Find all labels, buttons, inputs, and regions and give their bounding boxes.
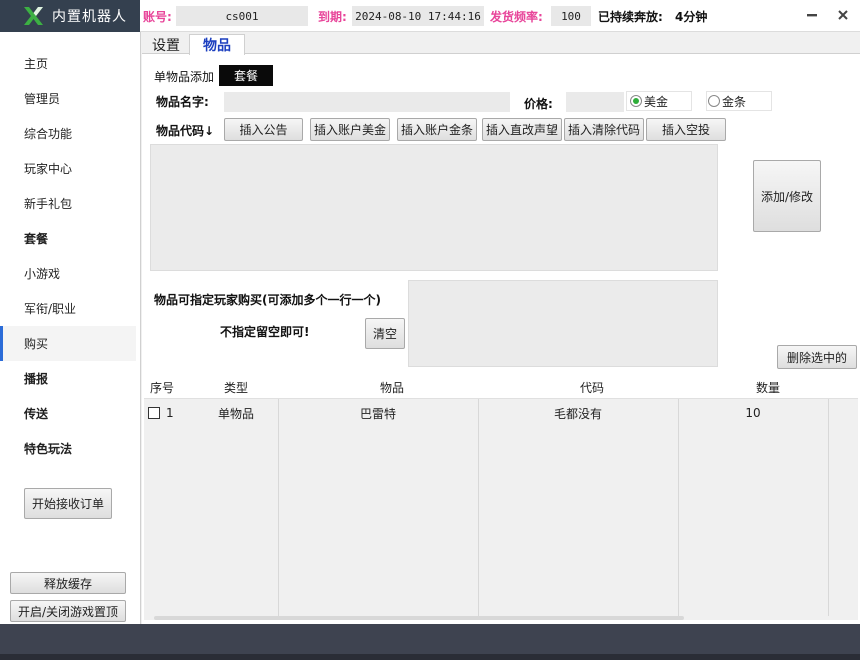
package-toggle[interactable]: 套餐 xyxy=(219,65,273,86)
account-field[interactable]: cs001 xyxy=(176,6,308,26)
sidebar-item-home[interactable]: 主页 xyxy=(0,46,136,81)
item-name-label: 物品名字: xyxy=(156,95,209,109)
price-label: 价格: xyxy=(524,97,553,111)
row-item: 巴雷特 xyxy=(359,406,396,421)
item-name-input[interactable] xyxy=(224,92,510,112)
column-divider xyxy=(478,399,479,616)
col-code[interactable]: 代码 xyxy=(492,375,692,399)
col-item[interactable]: 物品 xyxy=(292,375,492,399)
insert-account-gold-button[interactable]: 插入账户金条 xyxy=(397,118,477,141)
sidebar-item-general[interactable]: 综合功能 xyxy=(0,116,136,151)
row-checkbox[interactable] xyxy=(148,407,160,419)
col-qty[interactable]: 数量 xyxy=(692,375,844,399)
footer-strip xyxy=(0,654,860,660)
rate-label: 发货频率: xyxy=(490,10,543,24)
app-logo: 内置机器人 xyxy=(0,0,140,32)
tab-items[interactable]: 物品 xyxy=(189,34,245,55)
currency-usd-label: 美金 xyxy=(644,94,669,109)
sidebar-item-admin[interactable]: 管理员 xyxy=(0,81,136,116)
no-assign-hint: 不指定留空即可! xyxy=(220,325,310,339)
currency-gold-radio[interactable]: 金条 xyxy=(708,91,746,111)
row-type: 单物品 xyxy=(217,406,254,421)
currency-gold-label: 金条 xyxy=(722,94,747,109)
currency-usd-radio[interactable]: 美金 xyxy=(630,91,668,111)
minimize-icon[interactable] xyxy=(801,4,823,26)
horizontal-scrollbar[interactable] xyxy=(154,616,684,620)
sidebar-item-purchase[interactable]: 购买 xyxy=(0,326,136,361)
release-cache-button[interactable]: 释放缓存 xyxy=(10,572,126,594)
expire-field: 2024-08-10 17:44:16 xyxy=(352,6,484,26)
insert-airdrop-button[interactable]: 插入空投 xyxy=(646,118,726,141)
col-index[interactable]: 序号 xyxy=(144,375,180,399)
clear-button[interactable]: 清空 xyxy=(365,318,405,349)
radio-unselected-icon xyxy=(708,95,720,107)
price-input[interactable] xyxy=(566,92,624,112)
footer-bar xyxy=(0,624,860,660)
running-label: 已持续奔放: xyxy=(598,10,663,24)
sidebar-item-teleport[interactable]: 传送 xyxy=(0,396,136,431)
close-icon[interactable] xyxy=(832,4,854,26)
sidebar-item-rank-class[interactable]: 军衔/职业 xyxy=(0,291,136,326)
running-value: 4分钟 xyxy=(675,10,708,24)
row-qty: 10 xyxy=(745,406,761,420)
main-panel: 设置 物品 单物品添加 套餐 物品名字: 价格: 美金 金条 物品代码↓ 插入公… xyxy=(142,32,860,624)
col-type[interactable]: 类型 xyxy=(180,375,292,399)
delete-selected-button[interactable]: 删除选中的 xyxy=(777,345,857,369)
insert-reputation-button[interactable]: 插入直改声望 xyxy=(482,118,562,141)
items-table: 序号 类型 物品 代码 数量 1 单物品 巴雷特 毛都没有 10 xyxy=(144,375,858,620)
title-bar: 内置机器人 账号: cs001 到期: 2024-08-10 17:44:16 … xyxy=(0,0,860,32)
insert-clear-code-button[interactable]: 插入清除代码 xyxy=(564,118,644,141)
radio-selected-icon xyxy=(630,95,642,107)
toggle-topmost-button[interactable]: 开启/关闭游戏置顶 xyxy=(10,600,126,622)
insert-announcement-button[interactable]: 插入公告 xyxy=(224,118,303,141)
row-code: 毛都没有 xyxy=(553,406,602,421)
start-orders-button[interactable]: 开始接收订单 xyxy=(24,488,112,519)
sidebar-item-package[interactable]: 套餐 xyxy=(0,221,136,256)
single-item-label: 单物品添加 xyxy=(154,70,215,84)
tab-settings[interactable]: 设置 xyxy=(146,34,186,55)
app-name: 内置机器人 xyxy=(52,9,127,25)
column-divider xyxy=(828,399,829,616)
buyer-list-textarea[interactable] xyxy=(408,280,718,367)
logo-x-icon xyxy=(22,5,44,27)
sidebar-item-newbie-gift[interactable]: 新手礼包 xyxy=(0,186,136,221)
item-code-textarea[interactable] xyxy=(150,144,718,271)
expire-label: 到期: xyxy=(318,10,347,24)
table-header: 序号 类型 物品 代码 数量 xyxy=(144,375,858,399)
sidebar-item-special[interactable]: 特色玩法 xyxy=(0,431,136,466)
column-divider xyxy=(678,399,679,616)
item-code-label: 物品代码↓ xyxy=(156,124,215,138)
row-index: 1 xyxy=(166,406,174,420)
sidebar: 主页 管理员 综合功能 玩家中心 新手礼包 套餐 小游戏 军衔/职业 购买 播报… xyxy=(0,32,141,624)
sidebar-item-broadcast[interactable]: 播报 xyxy=(0,361,136,396)
tab-bar: 设置 物品 xyxy=(142,32,860,55)
sidebar-item-minigame[interactable]: 小游戏 xyxy=(0,256,136,291)
add-modify-button[interactable]: 添加/修改 xyxy=(753,160,821,232)
rate-field[interactable]: 100 xyxy=(551,6,591,26)
account-label: 账号: xyxy=(143,10,172,24)
sidebar-item-player-center[interactable]: 玩家中心 xyxy=(0,151,136,186)
buyer-assign-label: 物品可指定玩家购买(可添加多个一行一个) xyxy=(154,293,381,307)
insert-account-usd-button[interactable]: 插入账户美金 xyxy=(310,118,390,141)
column-divider xyxy=(278,399,279,616)
